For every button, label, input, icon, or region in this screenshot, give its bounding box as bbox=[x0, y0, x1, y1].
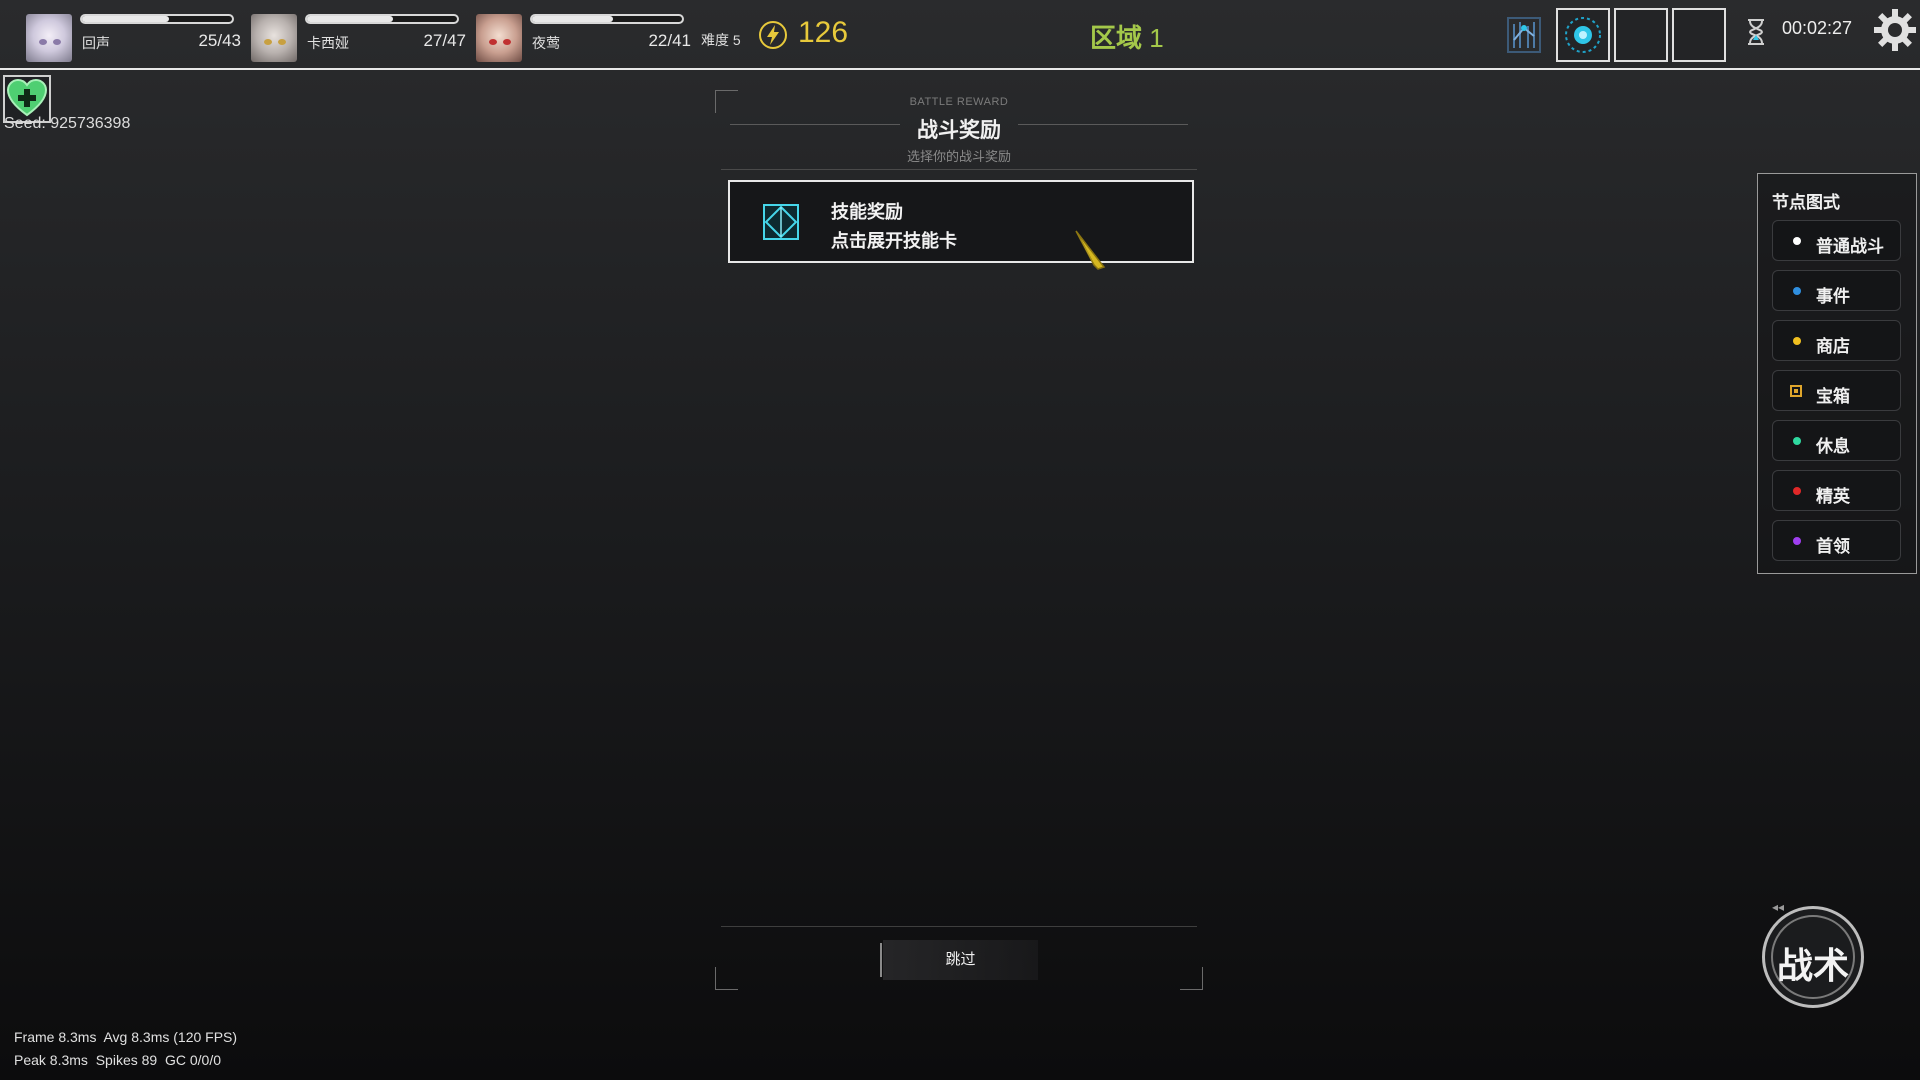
cursor-arrow-icon bbox=[1075, 230, 1106, 270]
legend-item-chest: 宝箱 bbox=[1772, 370, 1901, 411]
party-member-2[interactable]: 卡西娅 27/47 bbox=[251, 14, 466, 64]
party-member-name: 卡西娅 bbox=[307, 35, 349, 51]
legend-item-label: 首领 bbox=[1816, 537, 1850, 556]
tactics-arrow-icon: ◂◂ bbox=[1772, 900, 1785, 914]
party-member-portrait bbox=[26, 14, 72, 62]
chest-square-icon bbox=[1790, 385, 1802, 397]
relic-orb-icon bbox=[1565, 17, 1601, 53]
performance-overlay: Frame 8.3ms Avg 8.3ms (120 FPS) Peak 8.3… bbox=[14, 1026, 237, 1072]
map-icon[interactable] bbox=[1506, 14, 1542, 56]
portrait-face-icon bbox=[39, 39, 61, 45]
zone-label: 区域 bbox=[1090, 23, 1143, 53]
tactics-button[interactable]: 战术 bbox=[1762, 906, 1864, 1008]
hp-bar bbox=[80, 14, 234, 24]
white-dot-icon bbox=[1793, 237, 1801, 245]
reward-subtitle: 选择你的战斗奖励 bbox=[906, 149, 1011, 164]
yellow-dot-icon bbox=[1793, 337, 1801, 345]
party-member-1[interactable]: 回声 25/43 bbox=[26, 14, 241, 64]
zone-number: 1 bbox=[1149, 23, 1164, 53]
legend-item-rest: 休息 bbox=[1772, 420, 1901, 461]
energy-value: 126 bbox=[798, 16, 849, 49]
zone-indicator: 区域 1 bbox=[1090, 18, 1164, 55]
reward-title: 战斗奖励 bbox=[917, 119, 1001, 142]
legend-item-label: 商店 bbox=[1816, 337, 1850, 356]
skip-separator bbox=[880, 943, 882, 977]
skill-card-description: 点击展开技能卡 bbox=[831, 231, 957, 251]
hourglass-icon bbox=[1748, 19, 1764, 45]
gear-icon[interactable] bbox=[1872, 7, 1918, 53]
green-dot-icon bbox=[1793, 437, 1801, 445]
relic-slot-3[interactable] bbox=[1672, 8, 1726, 62]
seed-text: Seed: 925736398 bbox=[4, 115, 131, 132]
hp-bar bbox=[530, 14, 684, 24]
panel-divider bbox=[721, 169, 1197, 170]
top-status-bar: 回声 25/43 卡西娅 27/47 夜莺 22/41 难度 5 126 区域 bbox=[0, 0, 1920, 70]
party-member-hp: 22/41 bbox=[648, 31, 691, 50]
portrait-face-icon bbox=[264, 39, 286, 45]
legend-item-elite: 精英 bbox=[1772, 470, 1901, 511]
party-member-3[interactable]: 夜莺 22/41 bbox=[476, 14, 691, 64]
skill-card-icon bbox=[763, 204, 799, 240]
skill-card-title: 技能奖励 bbox=[831, 202, 903, 222]
tactics-label: 战术 bbox=[1776, 945, 1849, 986]
legend-item-shop: 商店 bbox=[1772, 320, 1901, 361]
hp-bar bbox=[305, 14, 459, 24]
perf-line-peak: Peak 8.3ms Spikes 89 GC 0/0/0 bbox=[14, 1052, 221, 1068]
relic-slot-2[interactable] bbox=[1614, 8, 1668, 62]
party-member-hp: 27/47 bbox=[423, 31, 466, 50]
portrait-face-icon bbox=[489, 39, 511, 45]
skip-button[interactable]: 跳过 bbox=[883, 940, 1038, 980]
party-member-hp: 25/43 bbox=[198, 31, 241, 50]
purple-dot-icon bbox=[1793, 537, 1801, 545]
legend-title: 节点图式 bbox=[1772, 193, 1840, 212]
perf-line-frame: Frame 8.3ms Avg 8.3ms (120 FPS) bbox=[14, 1029, 238, 1045]
legend-item-label: 休息 bbox=[1816, 437, 1850, 456]
legend-item-label: 精英 bbox=[1816, 487, 1850, 506]
panel-corner bbox=[715, 967, 738, 990]
blue-dot-icon bbox=[1793, 287, 1801, 295]
party-member-portrait bbox=[251, 14, 297, 62]
elapsed-timer: 00:02:27 bbox=[1782, 18, 1853, 38]
panel-corner bbox=[1180, 967, 1203, 990]
party-member-name: 回声 bbox=[82, 35, 110, 51]
legend-item-label: 事件 bbox=[1816, 287, 1850, 306]
skill-reward-card[interactable]: 技能奖励 点击展开技能卡 bbox=[728, 180, 1194, 263]
legend-item-label: 宝箱 bbox=[1816, 387, 1850, 406]
red-dot-icon bbox=[1793, 487, 1801, 495]
party-member-portrait bbox=[476, 14, 522, 62]
battle-reward-panel: BATTLE REWARD 战斗奖励 选择你的战斗奖励 技能奖励 点击展开技能卡… bbox=[713, 88, 1205, 992]
legend-item-label: 普通战斗 bbox=[1816, 237, 1884, 256]
legend-item-event: 事件 bbox=[1772, 270, 1901, 311]
party-member-name: 夜莺 bbox=[532, 35, 560, 51]
relic-slot-1[interactable] bbox=[1556, 8, 1610, 62]
node-legend-panel: 节点图式 普通战斗 事件 商店 宝箱 休息 精英 首领 bbox=[1757, 173, 1917, 574]
reward-header-en: BATTLE REWARD bbox=[909, 96, 1009, 108]
panel-bottom-divider bbox=[721, 926, 1197, 927]
legend-item-normal-battle: 普通战斗 bbox=[1772, 220, 1901, 261]
legend-item-boss: 首领 bbox=[1772, 520, 1901, 561]
lightning-icon bbox=[759, 21, 787, 49]
difficulty-label: 难度 5 bbox=[701, 32, 741, 48]
